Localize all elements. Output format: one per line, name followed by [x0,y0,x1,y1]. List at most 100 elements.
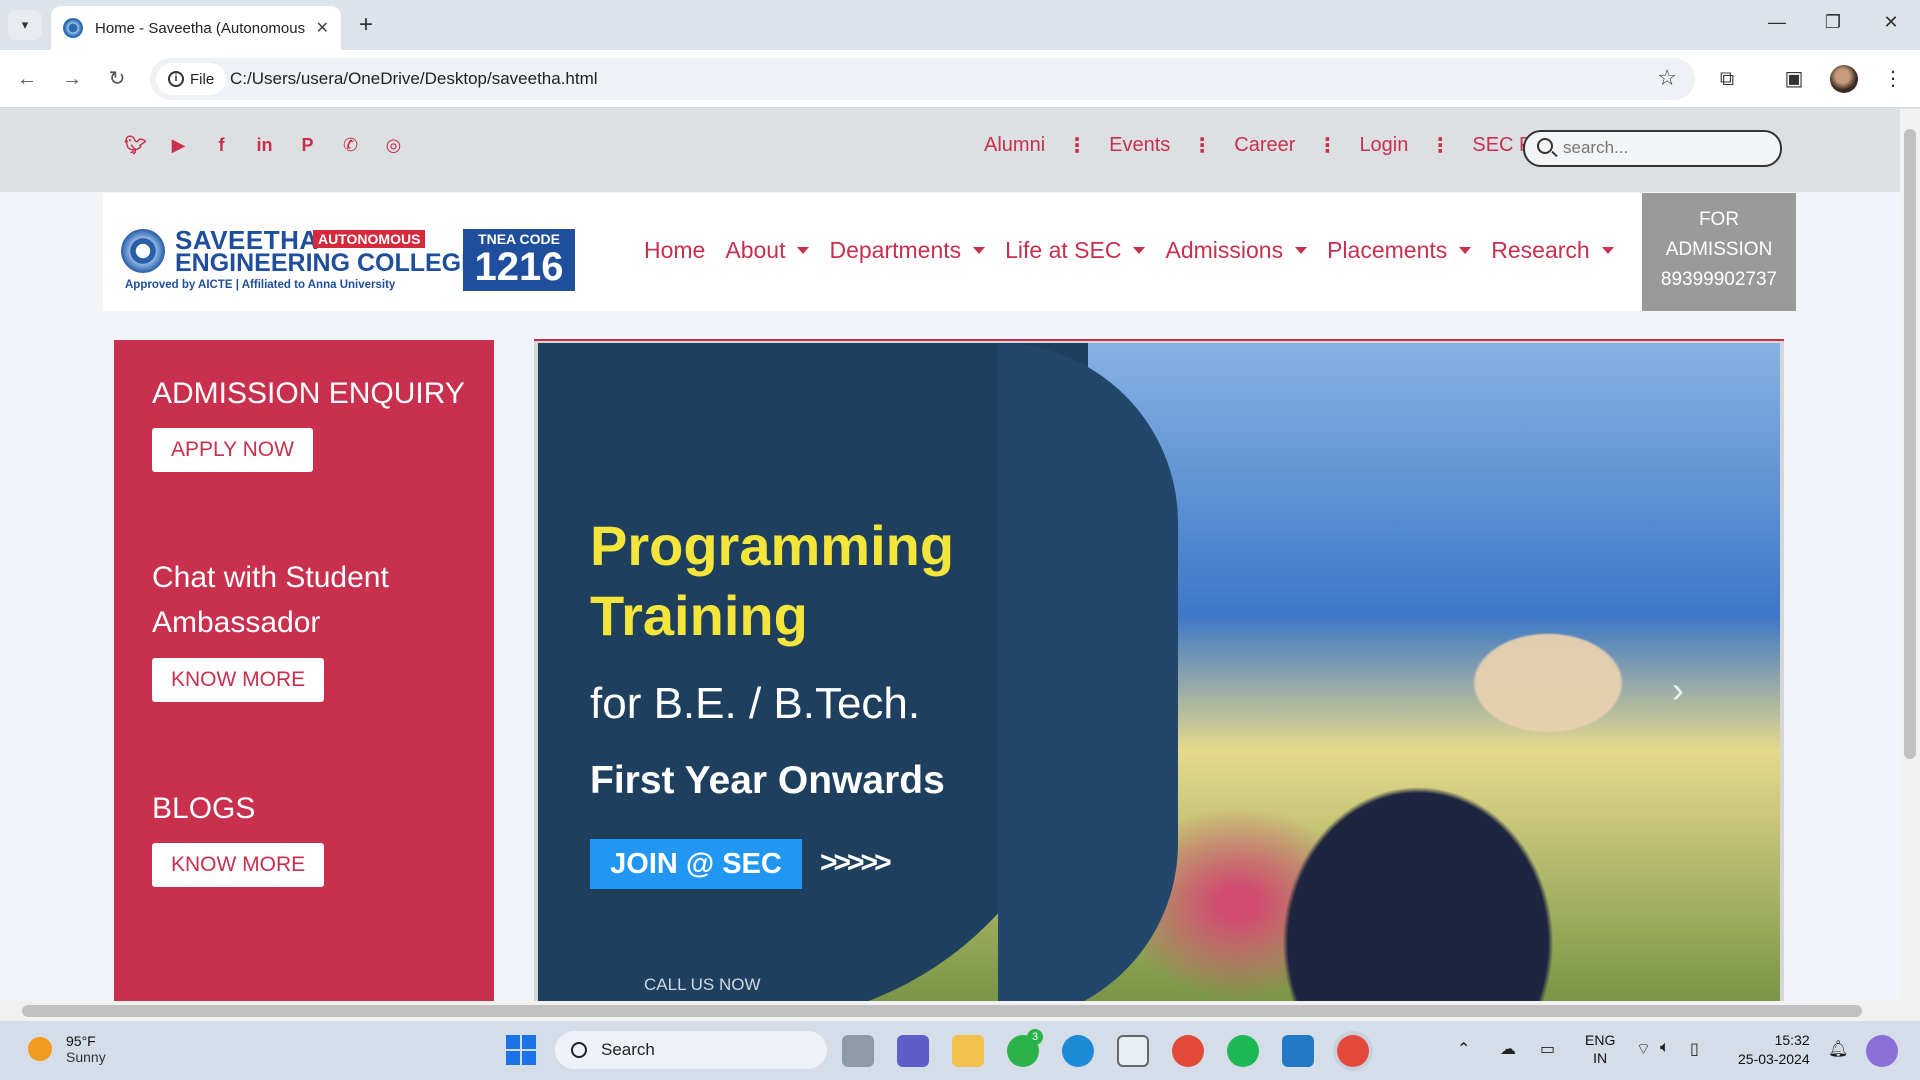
spotify-icon[interactable] [1227,1035,1259,1067]
edge-icon[interactable] [1062,1035,1094,1067]
link-career[interactable]: Career [1234,134,1295,157]
tnea-code: 1216 [474,245,564,289]
site-info-chip[interactable]: i File [156,63,227,95]
wifi-icon[interactable]: ⌔ [1636,1039,1651,1059]
slide-arrows: >>>>> [820,846,892,879]
teams-icon[interactable] [897,1035,929,1067]
youtube-icon[interactable]: ▶ [168,135,189,156]
onedrive-icon[interactable]: ☁ [1500,1039,1516,1059]
tab-close-icon[interactable]: ✕ [316,18,329,38]
tab-search-button[interactable]: ▾ [8,10,42,40]
admission-phone-box[interactable]: FOR ADMISSION 89399902737 [1642,193,1796,311]
battery-icon[interactable]: ▯ [1690,1039,1699,1059]
link-alumni[interactable]: Alumni [984,134,1045,157]
nav-research[interactable]: Research [1491,237,1614,264]
linkedin-icon[interactable]: in [254,135,275,156]
nav-home[interactable]: Home [644,237,705,264]
page-viewport: 🐦︎ ▶ f in P ✆ ◎ Alumni ⋮ Events ⋮ Career… [0,109,1900,1001]
close-window-button[interactable]: ✕ [1876,12,1906,33]
search-icon [1537,138,1553,154]
twitter-icon[interactable]: 🐦︎ [124,135,147,156]
browser-tab-active[interactable]: Home - Saveetha (Autonomous ✕ [51,6,341,50]
taskbar-search[interactable]: Search [555,1031,827,1069]
side-panel-icon[interactable]: ▣ [1781,66,1807,92]
logo-autonomous-badge: AUTONOMOUS [313,230,426,248]
slide-call-text: CALL US NOW [644,975,761,994]
carousel-next-icon[interactable]: › [1672,669,1684,711]
vertical-scrollbar[interactable] [1900,109,1920,1001]
nav-departments-label: Departments [829,237,962,263]
admission-phone: 89399902737 [1660,269,1778,290]
horizontal-scrollbar[interactable] [0,1001,1920,1021]
social-links: 🐦︎ ▶ f in P ✆ ◎ [124,135,404,156]
slide-text-panel [538,343,1178,1001]
separator-icon: ⋮ [1067,135,1088,157]
tray-overflow-icon[interactable]: ⌃ [1457,1039,1470,1059]
chevron-down-icon [973,247,986,254]
chevron-down-icon [797,247,810,254]
blogs-know-more-button[interactable]: KNOW MORE [152,843,325,887]
task-view-icon[interactable] [842,1035,874,1067]
input-language[interactable]: ENG IN [1585,1031,1615,1067]
start-button[interactable] [506,1035,536,1065]
chat-know-more-button[interactable]: KNOW MORE [152,658,325,702]
chrome-icon[interactable] [1172,1035,1204,1067]
url-text[interactable]: C:/Users/usera/OneDrive/Desktop/saveetha… [230,69,598,89]
system-clock[interactable]: 15:32 25-03-2024 [1738,1031,1810,1069]
clock-time: 15:32 [1774,1032,1810,1048]
extensions-icon[interactable]: ⧉ [1714,66,1740,92]
nav-about[interactable]: About [725,237,810,264]
search-input[interactable] [1563,138,1763,158]
site-search[interactable] [1523,130,1782,167]
admission-box-line2: ADMISSION [1665,239,1773,260]
nav-home-label: Home [644,237,706,263]
nav-life-at-sec[interactable]: Life at SEC [1005,237,1146,264]
slide-title-line2: Training [590,584,808,647]
clock-date: 25-03-2024 [1738,1051,1810,1067]
vertical-scroll-thumb[interactable] [1904,129,1916,759]
nav-departments[interactable]: Departments [829,237,986,264]
college-logo[interactable]: SAVEETHA AUTONOMOUS ENGINEERING COLLEGE … [121,225,575,291]
notification-bell-icon[interactable]: 🔔︎ [1828,1039,1848,1059]
new-tab-button[interactable]: + [352,12,380,40]
chrome-active-icon[interactable] [1337,1035,1369,1067]
separator-icon: ⋮ [1430,135,1451,157]
chevron-down-icon [1601,247,1614,254]
chevron-down-icon [1133,247,1146,254]
taskbar-search-label: Search [601,1040,655,1059]
tnea-code-badge: TNEA CODE 1216 [463,229,575,291]
display-icon[interactable]: ▭ [1540,1039,1555,1059]
copilot-icon[interactable] [1866,1035,1898,1067]
slide-title-line1: Programming [590,514,955,577]
college-emblem-icon [121,229,165,273]
back-button[interactable]: ← [12,64,42,94]
blogs-heading: BLOGS [152,792,256,825]
slide-join-badge: JOIN @ SEC [590,839,802,889]
reload-button[interactable]: ↻ [102,64,132,94]
forward-button[interactable]: → [57,64,87,94]
volume-icon[interactable]: 🔈︎ [1660,1039,1670,1057]
site-header: SAVEETHA AUTONOMOUS ENGINEERING COLLEGE … [103,193,1643,311]
pinterest-icon[interactable]: P [297,135,318,156]
windows-taskbar: 95°F Sunny Search 3 ⌃ ☁ ▭ ENG IN ⌔ 🔈︎ ▯ … [0,1021,1920,1080]
file-explorer-icon[interactable] [952,1035,984,1067]
apply-now-button[interactable]: APPLY NOW [152,428,313,472]
restore-button[interactable]: ❐ [1818,12,1848,33]
menu-kebab-icon[interactable]: ⋮ [1880,66,1906,92]
minimize-button[interactable]: — [1762,12,1792,33]
nav-about-label: About [725,237,786,263]
link-events[interactable]: Events [1109,134,1170,157]
vscode-icon[interactable] [1282,1035,1314,1067]
address-bar[interactable]: i File C:/Users/usera/OneDrive/Desktop/s… [150,58,1695,100]
bookmark-star-icon[interactable]: ☆ [1657,65,1677,91]
weather-widget[interactable]: 95°F Sunny [28,1033,106,1065]
link-login[interactable]: Login [1359,134,1408,157]
whatsapp-icon[interactable]: ✆ [340,135,361,156]
store-icon[interactable] [1117,1035,1149,1067]
horizontal-scroll-thumb[interactable] [22,1005,1862,1017]
facebook-icon[interactable]: f [211,135,232,156]
nav-placements[interactable]: Placements [1327,237,1472,264]
nav-admissions[interactable]: Admissions [1165,237,1308,264]
profile-avatar[interactable] [1830,65,1858,93]
instagram-icon[interactable]: ◎ [383,135,404,156]
